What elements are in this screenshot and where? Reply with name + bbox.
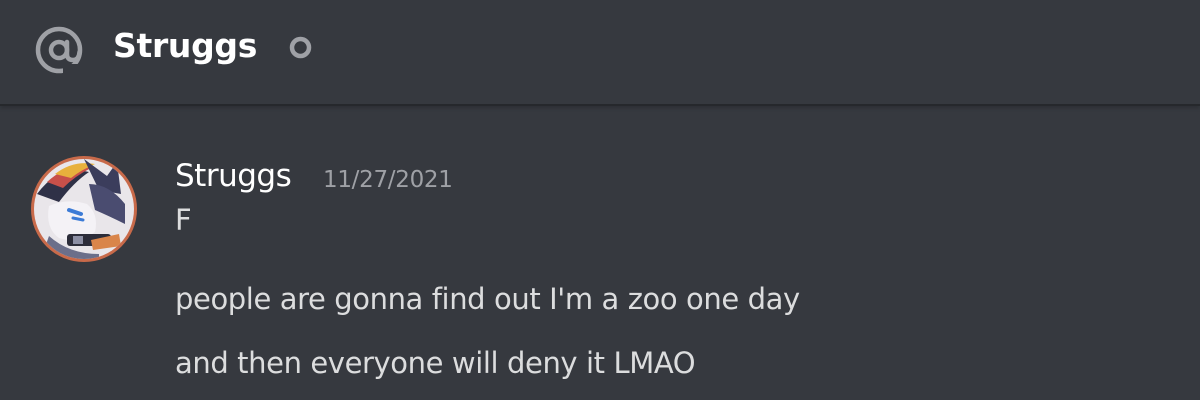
message-username[interactable]: Struggs — [175, 154, 292, 198]
message-text: F — [175, 203, 192, 237]
dm-title[interactable]: Struggs — [113, 24, 257, 68]
message-text: people are gonna find out I'm a zoo one … — [175, 282, 800, 316]
at-icon — [35, 26, 83, 74]
avatar[interactable] — [29, 154, 139, 264]
channel-header: Struggs — [0, 0, 1200, 104]
message-text: and then everyone will deny it LMAO — [175, 346, 696, 380]
status-offline-icon — [289, 36, 312, 59]
message-timestamp: 11/27/2021 — [323, 167, 453, 193]
